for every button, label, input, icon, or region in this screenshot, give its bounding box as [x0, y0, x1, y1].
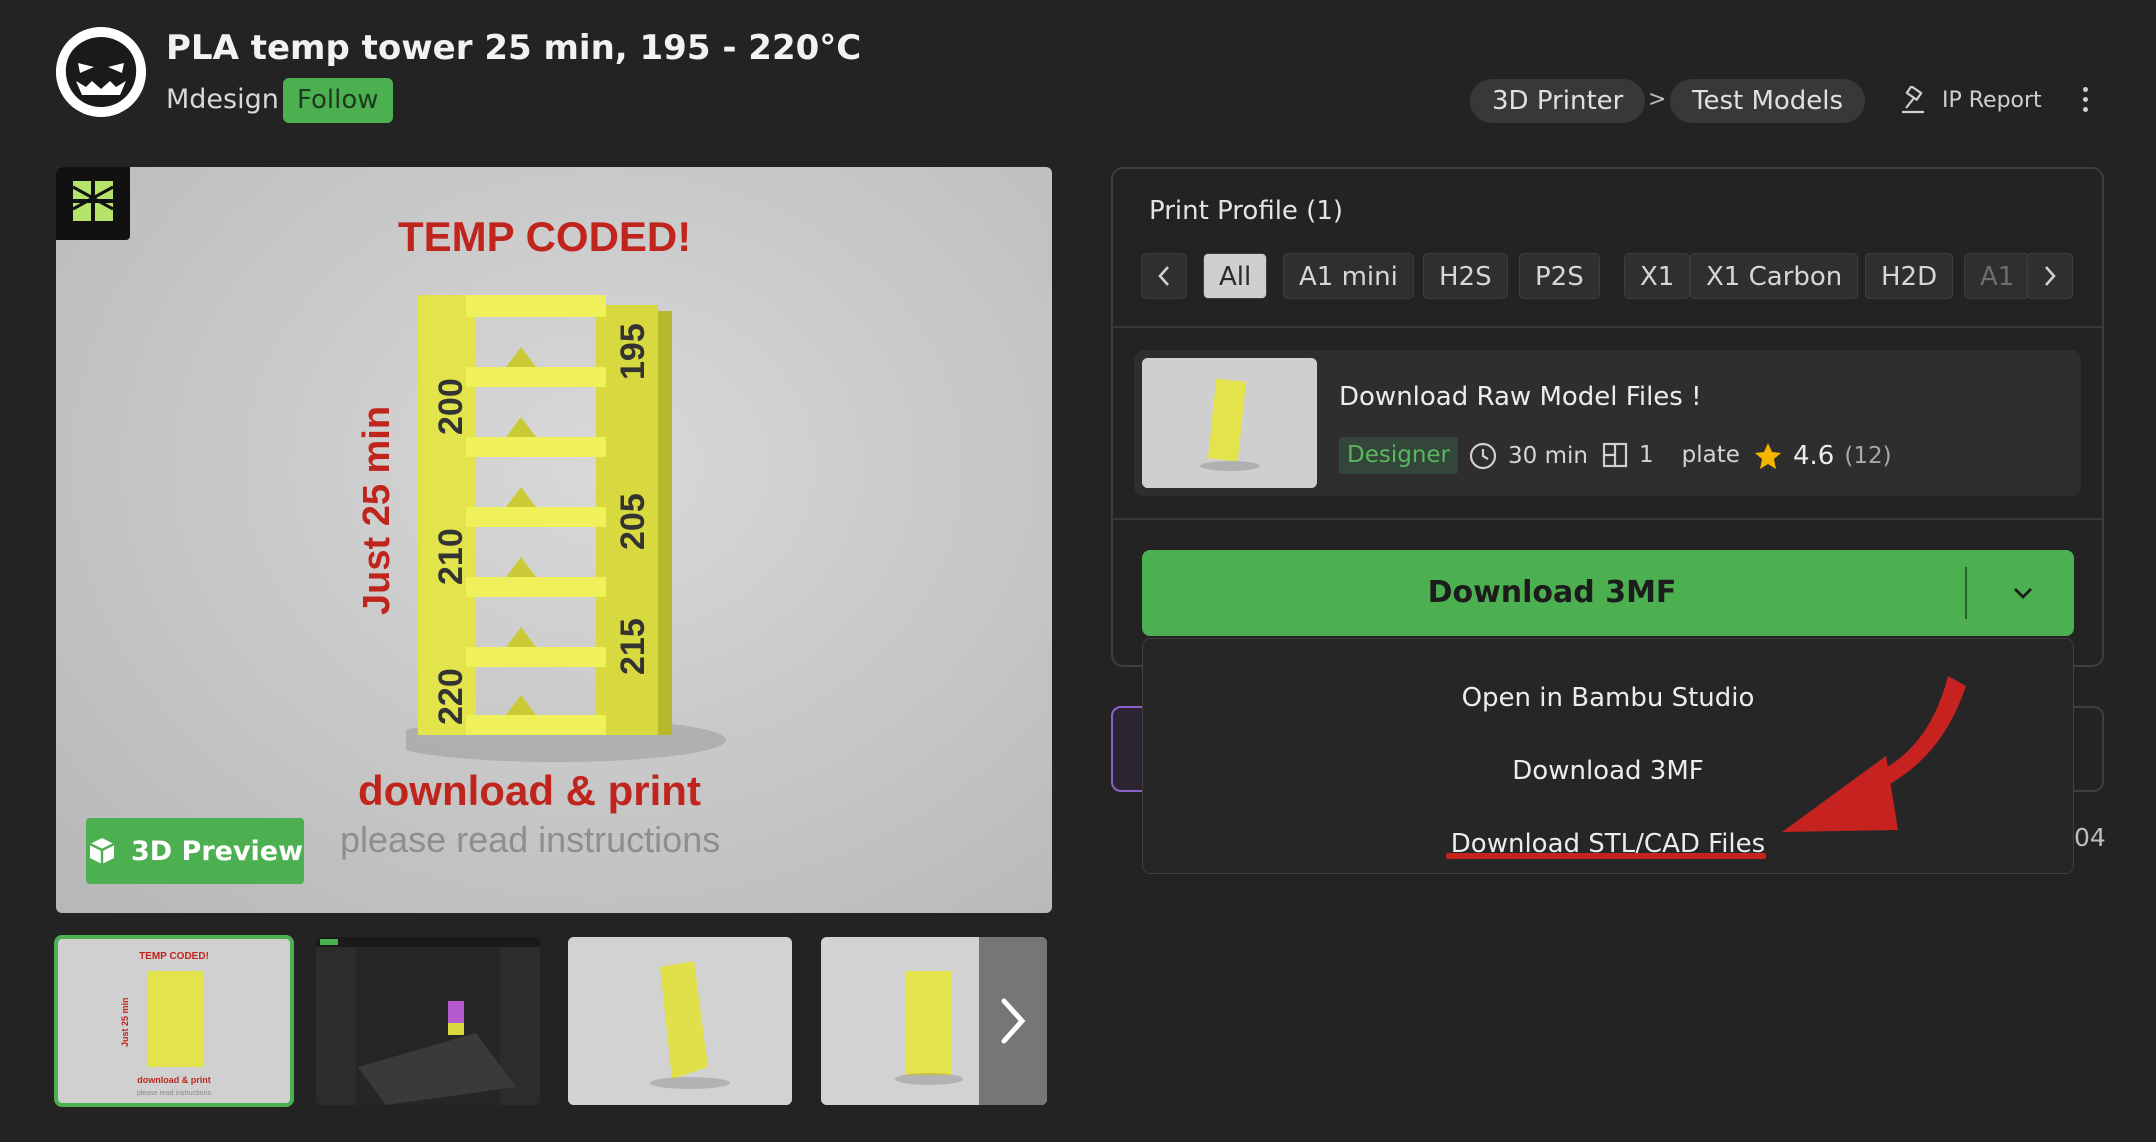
divider: [1113, 518, 2102, 520]
thumbnail-image: [568, 937, 792, 1105]
filter-h2s[interactable]: H2S: [1423, 253, 1508, 299]
plate-count-value: 1: [1639, 442, 1654, 468]
chevron-left-icon: [1158, 266, 1169, 286]
profile-thumbnail: [1142, 358, 1317, 488]
thumb-instructions-text: please read instructions: [137, 1090, 211, 1097]
designer-badge: Designer: [1339, 437, 1459, 474]
gavel-icon: [1902, 86, 1924, 114]
image-side-text: Just 25 min: [356, 405, 398, 615]
clock-icon: [1469, 442, 1497, 470]
temp-tower-render: 195 200 205 210 215 220: [406, 295, 726, 762]
thumb-slicer-screenshot[interactable]: [316, 937, 540, 1105]
image-instructions-text: please read instructions: [340, 819, 721, 860]
thumbnails-next-button[interactable]: [979, 937, 1047, 1105]
breadcrumb-3d-printer[interactable]: 3D Printer: [1470, 79, 1646, 123]
thumb-tower-angle[interactable]: [568, 937, 792, 1105]
thumbnail-image: [316, 937, 540, 1105]
filter-x1-carbon[interactable]: X1 Carbon: [1690, 253, 1859, 299]
highlight-underline: [1446, 853, 1766, 859]
print-time: 30 min: [1468, 441, 1588, 471]
print-profile-title: Print Profile (1): [1149, 196, 1344, 226]
rating-count: (12): [1844, 443, 1892, 469]
rating: 4.6 (12): [1753, 441, 1892, 471]
plate-icon: [1602, 442, 1628, 468]
page-title: PLA temp tower 25 min, 195 - 220°C: [166, 28, 862, 68]
profile-title[interactable]: Download Raw Model Files !: [1339, 382, 1702, 412]
plate-count: 1 plate: [1601, 441, 1740, 469]
cube-icon: [89, 838, 115, 864]
filter-x1[interactable]: X1: [1624, 253, 1691, 299]
ip-report-label: IP Report: [1942, 87, 2042, 113]
thumb-side-text: Just 25 min: [120, 997, 130, 1047]
main-model-image[interactable]: TEMP CODED! Just 25 min 195 200 205 210 …: [56, 167, 1052, 913]
tower-label: 205: [614, 493, 652, 550]
button-divider: [1965, 567, 1967, 619]
filter-a1-mini[interactable]: A1 mini: [1283, 253, 1414, 299]
follow-button[interactable]: Follow: [283, 78, 393, 123]
filter-all[interactable]: All: [1203, 253, 1268, 299]
download-3mf-label: Download 3MF: [1427, 575, 1677, 610]
3d-preview-label: 3D Preview: [130, 835, 304, 867]
print-time-value: 30 min: [1508, 443, 1588, 469]
download-3mf-button[interactable]: Download 3MF: [1142, 550, 2074, 636]
more-options-icon[interactable]: [2072, 82, 2098, 122]
thumb-temp-tower[interactable]: TEMP CODED! Just 25 min download & print…: [54, 935, 294, 1107]
chevron-right-icon: [2045, 266, 2056, 286]
tower-label: 210: [432, 528, 470, 585]
filter-a1[interactable]: A1: [1964, 253, 2031, 299]
red-arrow-annotation-icon: [1782, 676, 1966, 832]
filter-p2s[interactable]: P2S: [1519, 253, 1600, 299]
filter-next-button[interactable]: [2027, 253, 2073, 299]
plate-label: plate: [1681, 442, 1740, 468]
partial-count-text: 04: [2074, 823, 2106, 852]
filter-prev-button[interactable]: [1141, 253, 1187, 299]
makerworld-logo-icon: [56, 167, 130, 240]
tower-label: 195: [614, 323, 652, 380]
author-name[interactable]: Mdesign: [166, 84, 279, 115]
filter-h2d[interactable]: H2D: [1865, 253, 1954, 299]
chevron-right-icon: [1001, 998, 1026, 1044]
image-headline: TEMP CODED!: [398, 213, 692, 260]
3d-preview-button[interactable]: 3D Preview: [86, 818, 304, 884]
thumb-headline: TEMP CODED!: [139, 951, 209, 962]
author-avatar[interactable]: [56, 27, 146, 117]
ip-report-link[interactable]: IP Report: [1900, 86, 2042, 114]
pumpkin-avatar-icon: [56, 27, 146, 117]
thumb-download-text: download & print: [137, 1075, 211, 1085]
tower-label: 215: [614, 618, 652, 675]
star-icon: [1755, 443, 1781, 469]
divider: [1113, 326, 2102, 328]
rating-value: 4.6: [1793, 441, 1835, 471]
tower-label: 200: [432, 378, 470, 435]
breadcrumb-test-models[interactable]: Test Models: [1670, 79, 1866, 123]
chevron-down-icon[interactable]: [2010, 580, 2036, 606]
tower-label: 220: [432, 668, 470, 725]
breadcrumb-separator: >: [1648, 87, 1667, 112]
image-download-text: download & print: [358, 767, 701, 814]
thumbnail-image: TEMP CODED! Just 25 min download & print…: [56, 937, 292, 1105]
